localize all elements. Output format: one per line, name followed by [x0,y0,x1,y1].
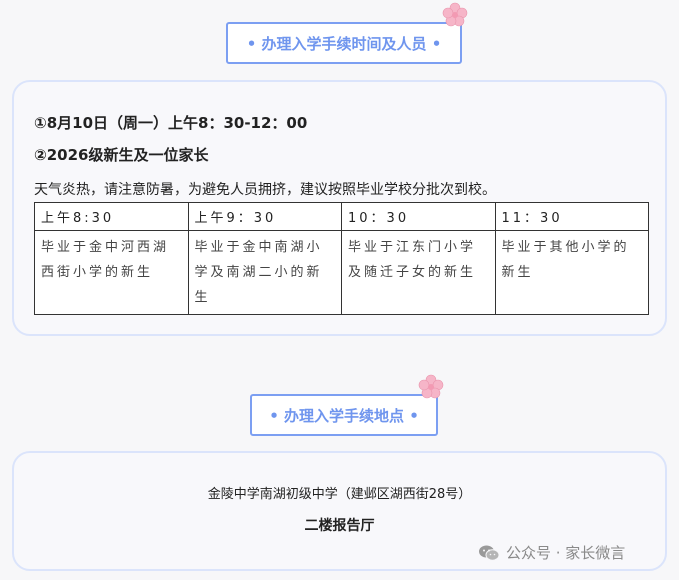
watermark: 公众号 · 家长微言 [478,542,625,563]
table-header-row: 上午8:30 上午9：30 10：30 11：30 [34,202,649,231]
wechat-icon [479,545,500,561]
table-cell: 毕业于金中南湖小学及南湖二小的新生 [187,230,342,315]
table-row: 毕业于金中河西湖西街小学的新生 毕业于金中南湖小学及南湖二小的新生 毕业于江东门… [34,230,649,315]
table-cell: 毕业于江东门小学及随迁子女的新生 [341,230,496,315]
table-header-cell: 上午8:30 [34,202,189,231]
table-header-cell: 上午9：30 [187,202,342,231]
table-cell: 毕业于其他小学的新生 [494,230,649,315]
room-text: 二楼报告厅 [304,518,375,534]
table-cell: 毕业于金中河西湖西街小学的新生 [34,230,189,315]
schedule-table: 上午8:30 上午9：30 10：30 11：30 毕业于金中河西湖西街小学的新… [34,202,649,315]
attendees-line: ②2026级新生及一位家长 [34,146,209,164]
address-text: 金陵中学南湖初级中学（建邺区湖西街28号） [207,487,472,502]
date-time-line: ①8月10日（周一）上午8：30-12：00 [34,114,308,132]
flower-icon [442,2,468,27]
section-title-location-text: • 办理入学手续地点 • [269,406,419,425]
flower-icon [418,374,444,399]
table-header-cell: 11：30 [494,202,649,231]
section-title-location: • 办理入学手续地点 • [250,394,438,436]
table-header-cell: 10：30 [341,202,496,231]
section-title-time-text: • 办理入学手续时间及人员 • [246,34,442,53]
watermark-text: 公众号 · 家长微言 [506,544,626,562]
time-card: ①8月10日（周一）上午8：30-12：00 ②2026级新生及一位家长 天气炎… [12,80,667,336]
section-title-time: • 办理入学手续时间及人员 • [226,22,462,64]
notice-line: 天气炎热，请注意防暑，为避免人员拥挤，建议按照毕业学校分批次到校。 [34,182,496,198]
